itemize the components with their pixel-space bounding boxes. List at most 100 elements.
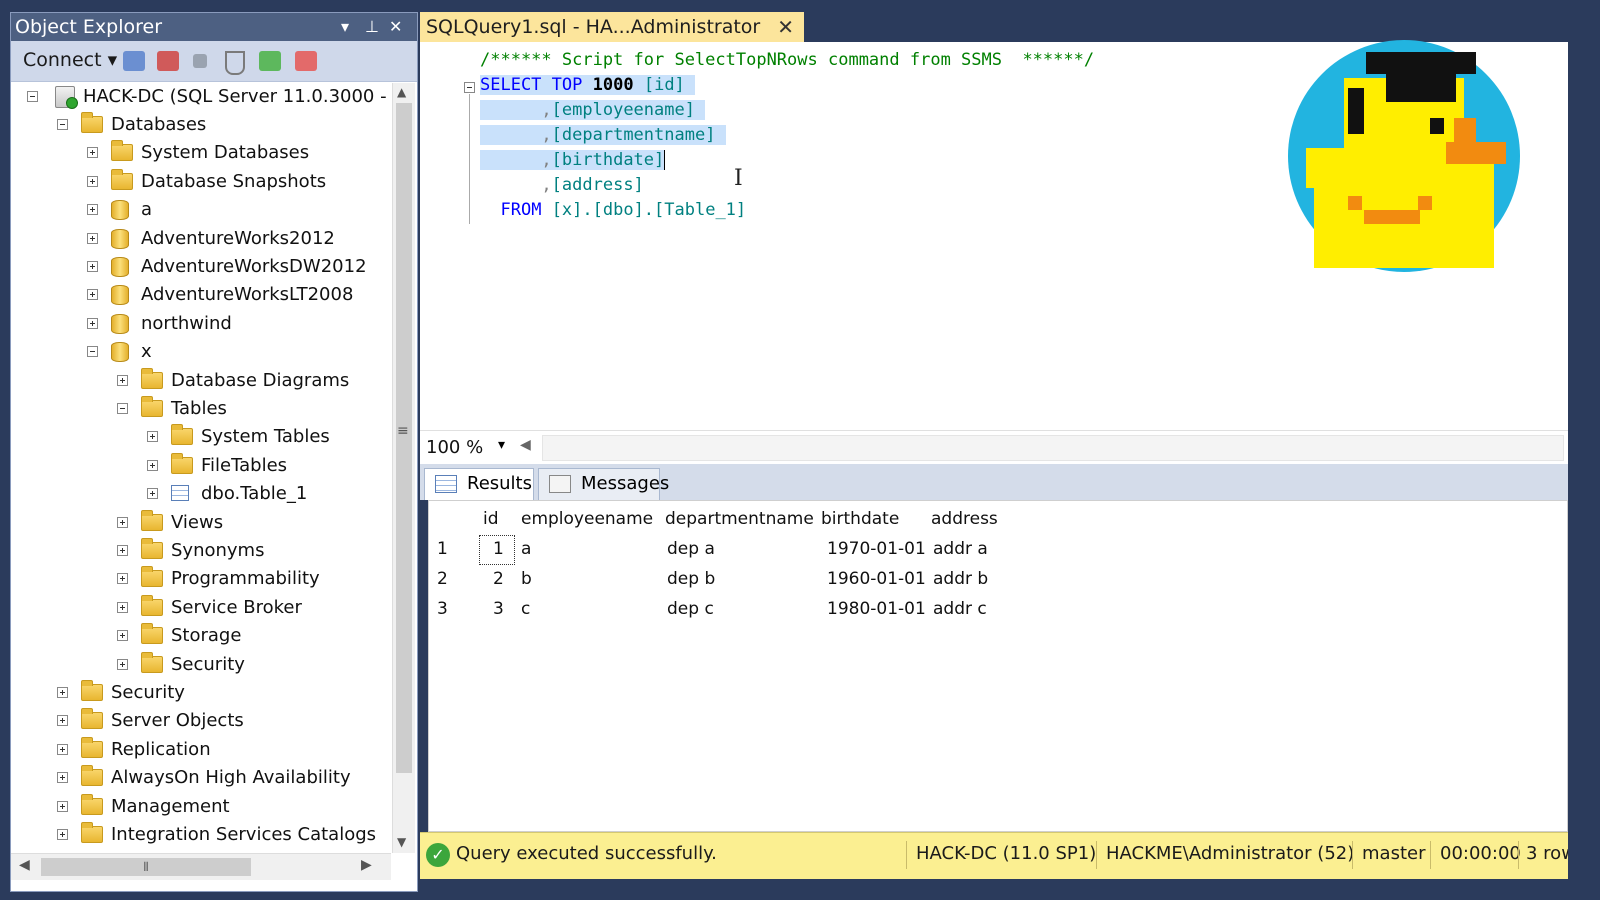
expand-icon[interactable]: [117, 545, 128, 556]
scroll-up-icon[interactable]: ▲: [397, 85, 406, 99]
scroll-grip-icon: ≡: [397, 423, 409, 439]
status-bar: ✓ Query executed successfully. HACK-DC (…: [420, 832, 1568, 879]
expand-icon[interactable]: [87, 204, 98, 216]
table-cell[interactable]: 1980-01-01: [827, 599, 926, 619]
database-icon: [111, 228, 129, 249]
collapse-icon[interactable]: [117, 403, 128, 414]
tab-label: Messages: [581, 473, 670, 494]
table-cell[interactable]: dep a: [667, 539, 715, 559]
tab-results[interactable]: Results: [424, 468, 534, 500]
table-cell[interactable]: dep b: [667, 569, 715, 589]
expand-icon[interactable]: [117, 630, 128, 642]
expand-icon[interactable]: [87, 289, 98, 301]
tab-sqlquery1[interactable]: SQLQuery1.sql - HA...Administrator (52))…: [420, 12, 804, 68]
pin-icon[interactable]: ⊥: [365, 13, 379, 41]
row-number[interactable]: 3: [437, 599, 448, 619]
expand-icon[interactable]: [117, 601, 128, 613]
messages-icon: [549, 475, 571, 493]
disconnect-icon[interactable]: [157, 51, 179, 71]
scroll-down-icon[interactable]: ▼: [397, 835, 406, 849]
tree-node-label: AdventureWorksDW2012: [141, 256, 367, 277]
table-cell[interactable]: addr a: [933, 539, 988, 559]
column-header[interactable]: birthdate: [821, 509, 899, 529]
collapse-icon[interactable]: [27, 91, 38, 102]
results-grid[interactable]: id employeename departmentname birthdate add…: [428, 500, 1568, 832]
tab-messages[interactable]: Messages: [538, 468, 669, 500]
table-cell[interactable]: 1970-01-01: [827, 539, 926, 559]
zoom-select[interactable]: 100 %: [426, 437, 483, 458]
expand-icon[interactable]: [87, 317, 98, 329]
scroll-left-icon[interactable]: ◀: [19, 857, 30, 873]
row-number[interactable]: 1: [437, 539, 448, 559]
database-icon: [111, 342, 129, 363]
filter-icon[interactable]: [225, 51, 245, 75]
dropdown-icon[interactable]: ▾: [341, 13, 349, 41]
grid-icon: [435, 475, 457, 493]
object-explorer-tree: HACK-DC (SQL Server 11.0.3000 - H… Datab…: [11, 83, 391, 853]
expand-icon[interactable]: [147, 488, 158, 500]
column-id: [id]: [643, 75, 685, 95]
expand-icon[interactable]: [87, 261, 98, 272]
object-explorer-vertical-scrollbar[interactable]: ▲ ≡ ▼: [392, 83, 415, 853]
tree-node-label: Management: [111, 795, 230, 817]
column-header[interactable]: employeename: [521, 509, 653, 529]
table-cell[interactable]: 3: [493, 599, 504, 619]
table-cell[interactable]: b: [521, 569, 532, 589]
connect-server-icon[interactable]: [123, 51, 145, 71]
folder-icon: [141, 538, 163, 559]
table-cell[interactable]: addr c: [933, 599, 987, 619]
close-icon[interactable]: ✕: [389, 13, 402, 41]
collapse-icon[interactable]: [87, 346, 98, 358]
table-cell[interactable]: a: [521, 539, 531, 559]
table-cell[interactable]: 2: [493, 569, 504, 589]
expand-icon[interactable]: [87, 147, 98, 159]
zoom-bar: 100 % ▾ ◀: [420, 430, 1568, 465]
tree-node-label: HACK-DC (SQL Server 11.0.3000 - H…: [83, 86, 391, 107]
scrollbar-thumb[interactable]: ⦀: [41, 858, 251, 876]
expand-icon[interactable]: [117, 573, 128, 585]
refresh-icon[interactable]: [259, 51, 281, 71]
server-icon: [55, 86, 78, 109]
column-header[interactable]: id: [483, 509, 499, 529]
tab-close-icon[interactable]: ✕: [777, 12, 794, 42]
expand-icon[interactable]: [117, 658, 128, 670]
tree-node-label: Security: [111, 682, 185, 703]
success-check-icon: ✓: [426, 843, 450, 867]
expand-icon[interactable]: [117, 374, 128, 386]
scroll-right-icon[interactable]: ▶: [361, 857, 372, 873]
tree-node-label: AdventureWorksLT2008: [141, 284, 354, 306]
folder-icon: [81, 736, 103, 758]
table-cell[interactable]: dep c: [667, 599, 714, 619]
editor-horizontal-scrollbar[interactable]: [542, 435, 1564, 461]
expand-icon[interactable]: [57, 800, 68, 812]
scroll-left-icon[interactable]: ◀: [520, 437, 531, 453]
activity-monitor-icon[interactable]: [295, 51, 317, 71]
code-line-col2: ,[employeename]: [480, 98, 706, 123]
collapse-icon[interactable]: [57, 119, 68, 130]
expand-icon[interactable]: [57, 772, 68, 784]
table-cell[interactable]: c: [521, 599, 530, 619]
expand-icon[interactable]: [57, 687, 68, 698]
stop-icon[interactable]: [193, 54, 207, 68]
expand-icon[interactable]: [57, 743, 68, 755]
expand-icon[interactable]: [87, 175, 98, 187]
expand-icon[interactable]: [117, 516, 128, 528]
connect-button[interactable]: Connect ▾: [23, 49, 117, 71]
object-explorer-horizontal-scrollbar[interactable]: ◀ ⦀ ▶: [11, 853, 391, 880]
expand-icon[interactable]: [57, 829, 68, 840]
column-header[interactable]: address: [931, 509, 998, 529]
expand-icon[interactable]: [147, 459, 158, 471]
row-number[interactable]: 2: [437, 569, 448, 589]
expand-icon[interactable]: [57, 715, 68, 727]
expand-icon[interactable]: [147, 431, 158, 443]
duck-logo-icon: [1288, 40, 1520, 272]
table-cell[interactable]: 1960-01-01: [827, 569, 926, 589]
keyword-select: SELECT: [480, 75, 542, 95]
table-cell[interactable]: addr b: [933, 569, 988, 589]
code-collapse-icon[interactable]: [464, 82, 475, 93]
expand-icon[interactable]: [87, 232, 98, 244]
code-line-col4: ,[birthdate]: [480, 148, 666, 173]
query-editor[interactable]: /****** Script for SelectTopNRows comman…: [420, 40, 1568, 430]
zoom-dropdown-icon[interactable]: ▾: [498, 437, 505, 453]
column-header[interactable]: departmentname: [665, 509, 814, 529]
